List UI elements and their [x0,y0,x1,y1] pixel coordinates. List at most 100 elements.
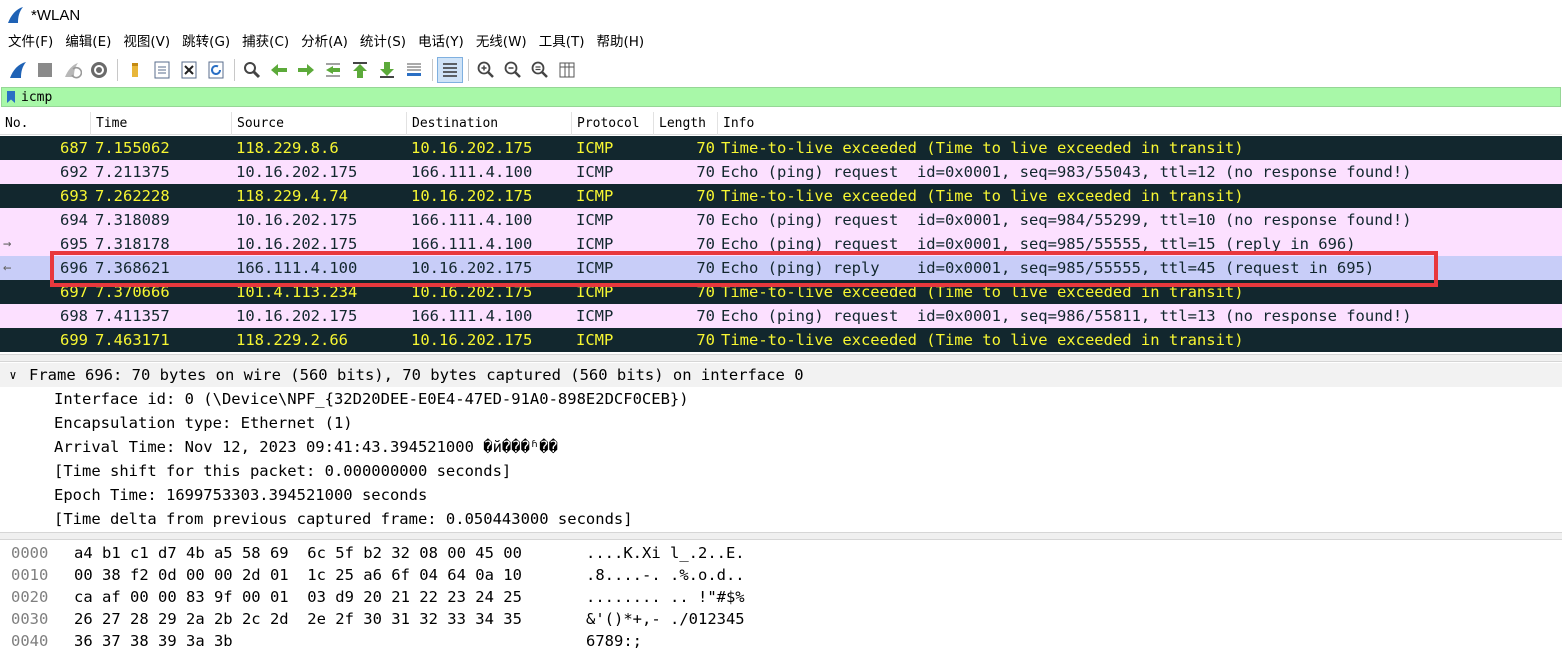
column-header-no[interactable]: No. [0,112,91,135]
close-file-icon[interactable] [176,57,202,83]
bytes-row[interactable]: 0020 ca af 00 00 83 9f 00 01 03 d9 20 21… [0,586,1562,608]
menu-statistics[interactable]: 统计(S) [354,30,412,55]
bytes-row[interactable]: 0030 26 27 28 29 2a 2b 2c 2d 2e 2f 30 31… [0,608,1562,630]
restart-capture-icon[interactable] [59,57,85,83]
detail-line[interactable]: [Time delta from previous captured frame… [0,507,1562,531]
capture-options-icon[interactable] [86,57,112,83]
menu-tools[interactable]: 工具(T) [533,30,591,55]
menu-analyze[interactable]: 分析(A) [295,30,354,55]
go-last-icon[interactable] [374,57,400,83]
detail-line[interactable]: [Time shift for this packet: 0.000000000… [0,459,1562,483]
cell-length: 70 [696,283,715,301]
autoscroll-icon[interactable] [401,57,427,83]
menu-telephony[interactable]: 电话(Y) [412,30,470,55]
column-header-source[interactable]: Source [232,112,407,135]
menu-help[interactable]: 帮助(H) [590,30,650,55]
column-header-time[interactable]: Time [91,112,232,135]
bytes-row[interactable]: 0010 00 38 f2 0d 00 00 2d 01 1c 25 a6 6f… [0,564,1562,586]
open-file-icon[interactable] [122,57,148,83]
cell-length: 70 [696,211,715,229]
zoom-out-icon[interactable] [500,57,526,83]
cell-info: Time-to-live exceeded (Time to live exce… [721,331,1244,349]
go-back-icon[interactable] [266,57,292,83]
detail-line[interactable]: Encapsulation type: Ethernet (1) [0,411,1562,435]
packet-row[interactable]: 687 7.155062 118.229.8.6 10.16.202.175 ICMP 7… [0,136,1562,160]
cell-info: Time-to-live exceeded (Time to live exce… [721,187,1244,205]
menu-file[interactable]: 文件(F) [2,30,59,55]
cell-destination: 166.111.4.100 [411,307,533,325]
packet-row[interactable]: 697 7.370666 101.4.113.234 10.16.202.175 ICM… [0,280,1562,304]
cell-time: 7.318089 [95,211,170,229]
detail-line[interactable]: Arrival Time: Nov 12, 2023 09:41:43.3945… [0,435,1562,459]
cell-no: 692 [60,163,88,181]
cell-source: 118.229.2.66 [236,331,348,349]
filter-bookmark-icon[interactable] [4,89,18,105]
menu-go[interactable]: 跳转(G) [176,30,236,55]
go-to-packet-icon[interactable] [320,57,346,83]
display-filter-bar [1,87,1561,107]
display-filter-input[interactable] [18,88,1418,106]
bytes-row[interactable]: 0040 36 37 38 39 3a 3b 6789:; [0,630,1562,648]
cell-no: 694 [60,211,88,229]
stop-capture-icon[interactable] [32,57,58,83]
menu-view[interactable]: 视图(V) [117,30,176,55]
bytes-ascii: ........ .. !"#$% [586,588,745,606]
detail-line[interactable]: Interface id: 0 (\Device\NPF_{32D20DEE-E… [0,387,1562,411]
menu-edit[interactable]: 编辑(E) [59,30,117,55]
frame-summary: Frame 696: 70 bytes on wire (560 bits), … [29,366,804,384]
column-header-protocol[interactable]: Protocol [572,112,654,135]
pane-splitter[interactable] [0,532,1562,540]
toolbar-separator [234,59,235,81]
frame-tree-item[interactable]: ∨ Frame 696: 70 bytes on wire (560 bits)… [0,363,1562,387]
bytes-hex: ca af 00 00 83 9f 00 01 03 d9 20 21 22 2… [74,588,522,606]
packet-row[interactable]: 692 7.211375 10.16.202.175 166.111.4.100 ICM… [0,160,1562,184]
cell-source: 10.16.202.175 [236,163,358,181]
cell-destination: 10.16.202.175 [411,259,533,277]
packet-row[interactable]: ← 696 7.368621 166.111.4.100 10.16.202.175 IC… [0,256,1562,280]
cell-source: 10.16.202.175 [236,307,358,325]
save-file-icon[interactable] [149,57,175,83]
collapse-chevron-icon[interactable]: ∨ [6,363,20,387]
cell-protocol: ICMP [576,235,614,253]
wireshark-fin-icon [8,7,23,23]
bytes-ascii: ....K.Xi l_.2..E. [586,544,745,562]
packet-details-pane: ∨ Frame 696: 70 bytes on wire (560 bits)… [0,362,1562,532]
packet-row[interactable]: 694 7.318089 10.16.202.175 166.111.4.100 ICM… [0,208,1562,232]
cell-destination: 10.16.202.175 [411,331,533,349]
packet-row[interactable]: 698 7.411357 10.16.202.175 166.111.4.100 ICM… [0,304,1562,328]
cell-length: 70 [696,331,715,349]
packet-row[interactable]: → 695 7.318178 10.16.202.175 166.111.4.100 IC… [0,232,1562,256]
cell-info: Echo (ping) request id=0x0001, seq=984/5… [721,211,1412,229]
column-header-info[interactable]: Info [718,112,1562,135]
find-packet-icon[interactable] [239,57,265,83]
menu-wireless[interactable]: 无线(W) [470,30,533,55]
go-forward-icon[interactable] [293,57,319,83]
start-capture-icon[interactable] [5,57,31,83]
cell-destination: 166.111.4.100 [411,211,533,229]
bytes-hex: a4 b1 c1 d7 4b a5 58 69 6c 5f b2 32 08 0… [74,544,522,562]
packet-row[interactable]: 699 7.463171 118.229.2.66 10.16.202.175 ICMP… [0,328,1562,352]
bytes-offset: 0020 [11,588,49,606]
cell-time: 7.370666 [95,283,170,301]
packet-row[interactable]: 693 7.262228 118.229.4.74 10.16.202.175 ICMP… [0,184,1562,208]
bytes-offset: 0030 [11,610,49,628]
column-header-destination[interactable]: Destination [407,112,572,135]
detail-line[interactable]: Epoch Time: 1699753303.394521000 seconds [0,483,1562,507]
toolbar-separator [468,59,469,81]
cell-time: 7.211375 [95,163,170,181]
colorize-icon[interactable] [437,57,463,83]
resize-columns-icon[interactable] [554,57,580,83]
zoom-in-icon[interactable] [473,57,499,83]
reload-file-icon[interactable] [203,57,229,83]
toolbar-separator [117,59,118,81]
go-first-icon[interactable] [347,57,373,83]
bytes-row[interactable]: 0000 a4 b1 c1 d7 4b a5 58 69 6c 5f b2 32… [0,542,1562,564]
cell-length: 70 [696,235,715,253]
pane-splitter[interactable] [0,354,1562,362]
column-header-length[interactable]: Length [654,112,718,135]
zoom-normal-icon[interactable] [527,57,553,83]
cell-protocol: ICMP [576,331,614,349]
menu-capture[interactable]: 捕获(C) [236,30,295,55]
cell-destination: 166.111.4.100 [411,235,533,253]
cell-source: 101.4.113.234 [236,283,358,301]
